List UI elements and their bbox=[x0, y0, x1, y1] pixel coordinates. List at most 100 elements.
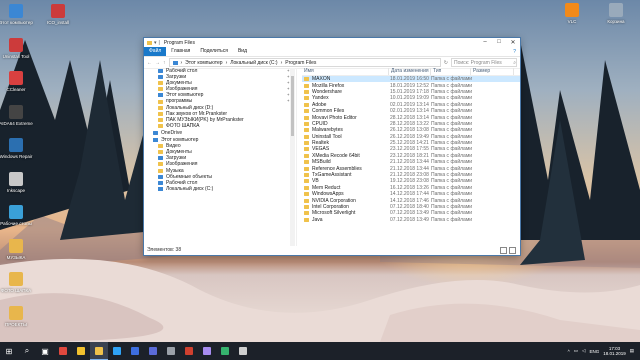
file-name: WindowsApps bbox=[312, 191, 344, 198]
column-date[interactable]: Дата изменения bbox=[389, 68, 431, 75]
desktop-icon[interactable]: AIDA64 Extreme bbox=[0, 104, 33, 126]
taskbar-app-dark-button[interactable] bbox=[234, 342, 252, 360]
taskbar-app-red-button[interactable] bbox=[180, 342, 198, 360]
address-bar[interactable]: › Этот компьютер › Локальный диск (C:) ›… bbox=[168, 58, 441, 67]
back-arrow-icon[interactable]: ← bbox=[147, 60, 152, 66]
premiere-icon bbox=[203, 347, 211, 355]
desktop-icon[interactable]: ICO_install bbox=[41, 4, 75, 25]
search-input[interactable]: Поиск: Program Files ⌕ bbox=[451, 58, 517, 67]
desktop-icon-label: Корзина bbox=[607, 19, 625, 24]
file-date: 14.12.2018 17:44 bbox=[390, 191, 429, 198]
tab-file[interactable]: Файл bbox=[144, 47, 167, 56]
file-date: 07.12.2018 18:40 bbox=[390, 204, 429, 210]
folder-icon bbox=[304, 115, 309, 120]
breadcrumb-item[interactable]: Program Files bbox=[285, 60, 316, 66]
details-view-button[interactable] bbox=[500, 247, 507, 254]
folder-icon bbox=[304, 102, 309, 107]
clock[interactable]: 17:03 18.01.2019 bbox=[603, 346, 626, 356]
taskbar-app-blue-button[interactable] bbox=[126, 342, 144, 360]
window-title: Program Files bbox=[163, 39, 195, 46]
desktop-icon[interactable]: Этот компьютер bbox=[0, 4, 33, 25]
breadcrumb-item[interactable]: Локальный диск (C:) bbox=[230, 60, 277, 66]
file-name: Adobe bbox=[312, 101, 327, 108]
chevron-up-icon[interactable]: ^ bbox=[568, 349, 570, 354]
app-dark-icon bbox=[239, 347, 247, 355]
nav-item-label: Локальный диск (C:) bbox=[166, 185, 214, 192]
desktop-icon-label: Uninstall Tool bbox=[2, 53, 30, 59]
folder-icon bbox=[304, 198, 309, 203]
breadcrumb-item[interactable]: Этот компьютер bbox=[185, 60, 222, 66]
desktop-icon[interactable]: ПРОЕКТЫ bbox=[0, 305, 33, 327]
file-date: 02.01.2019 13:14 bbox=[390, 108, 429, 115]
app-icon bbox=[9, 71, 23, 85]
explorer-window[interactable]: ▾ | Program Files – □ ✕ Файл Главная Под… bbox=[144, 38, 520, 255]
desktop-icon[interactable]: CCleaner bbox=[0, 71, 33, 92]
column-name[interactable]: Имя bbox=[302, 68, 389, 75]
desktop-icon[interactable]: Корзина bbox=[599, 3, 633, 24]
tab-view[interactable]: Вид bbox=[233, 47, 252, 56]
help-icon[interactable]: ? bbox=[513, 49, 516, 55]
folder-icon bbox=[158, 123, 163, 128]
notifications-icon[interactable]: ▤ bbox=[630, 348, 634, 354]
app-icon bbox=[9, 205, 23, 219]
nav-item[interactable]: ФОТО ШАПКА bbox=[144, 123, 296, 129]
file-date: 23.12.2018 17:55 bbox=[390, 146, 429, 153]
taskbar-photoshop-button[interactable] bbox=[108, 342, 126, 360]
taskbar-app-green-button[interactable] bbox=[216, 342, 234, 360]
nav-item[interactable]: Локальный диск (C:) bbox=[144, 186, 296, 192]
taskbar-app-gray-button[interactable] bbox=[162, 342, 180, 360]
tiles-view-button[interactable] bbox=[509, 247, 516, 254]
chevron-down-icon[interactable]: ▾ bbox=[154, 40, 157, 46]
yandex-icon bbox=[77, 347, 85, 355]
network-icon[interactable]: ▭ bbox=[574, 348, 578, 354]
taskbar-premiere-button[interactable] bbox=[198, 342, 216, 360]
scrollbar-thumb[interactable] bbox=[291, 76, 294, 136]
title-bar[interactable]: ▾ | Program Files – □ ✕ bbox=[144, 38, 520, 47]
start-button[interactable]: ⊞ bbox=[0, 342, 18, 360]
desktop-icon[interactable]: Uninstall Tool bbox=[0, 37, 33, 59]
status-bar: Элементов: 38 bbox=[147, 247, 182, 253]
desktop-icon[interactable]: МУЗЫКА bbox=[0, 238, 33, 260]
desktop-icon[interactable]: VLC bbox=[555, 3, 589, 24]
file-name: Intel Corporation bbox=[312, 204, 349, 210]
desktop-icon[interactable]: Рабочие столы bbox=[0, 205, 33, 226]
file-row[interactable]: Java 07.12.2018 13:49 Папка с файлами bbox=[302, 217, 520, 223]
taskbar-chrome-button[interactable] bbox=[54, 342, 72, 360]
volume-icon[interactable]: ◁ bbox=[582, 348, 585, 354]
tab-home[interactable]: Главная bbox=[166, 47, 195, 56]
taskbar-yandex-button[interactable] bbox=[72, 342, 90, 360]
navigation-scrollbar[interactable] bbox=[290, 68, 295, 246]
app-icon bbox=[9, 171, 23, 186]
folder-icon bbox=[304, 147, 309, 152]
language-indicator[interactable]: ENG bbox=[589, 349, 599, 354]
task-view-icon[interactable]: ▣ bbox=[36, 342, 54, 360]
refresh-icon[interactable]: ↻ bbox=[444, 60, 448, 66]
file-name: Mozilla Firefox bbox=[312, 82, 345, 89]
maximize-button[interactable]: □ bbox=[492, 39, 506, 46]
nav-item[interactable]: OneDrive bbox=[144, 130, 296, 136]
folder-icon bbox=[304, 141, 309, 146]
app-icon bbox=[51, 4, 65, 18]
app-icon bbox=[9, 4, 23, 18]
file-list: Имя Дата изменения Тип Размер MAXON 18.01… bbox=[302, 68, 520, 246]
desktop-icon-label: Windows Repair bbox=[0, 154, 33, 159]
desktop-icon[interactable]: ФОТО ШАПКА bbox=[0, 272, 33, 293]
desktop-icon[interactable]: Inkscape bbox=[0, 171, 33, 193]
column-type[interactable]: Тип bbox=[431, 68, 471, 75]
column-size[interactable]: Размер bbox=[471, 68, 514, 75]
pc-icon bbox=[158, 186, 163, 191]
folder-icon bbox=[304, 128, 309, 133]
taskbar-vegas-button[interactable] bbox=[144, 342, 162, 360]
desktop-icon[interactable]: Windows Repair bbox=[0, 138, 33, 159]
search-icon[interactable]: ⌕ bbox=[18, 342, 36, 360]
special-folder-icon bbox=[158, 174, 163, 179]
app-icon bbox=[9, 37, 23, 52]
up-arrow-icon[interactable]: ↑ bbox=[163, 60, 166, 66]
minimize-button[interactable]: – bbox=[478, 39, 492, 46]
nav-item-label: ФОТО ШАПКА bbox=[166, 122, 200, 129]
close-button[interactable]: ✕ bbox=[506, 39, 520, 46]
forward-arrow-icon[interactable]: → bbox=[155, 60, 160, 66]
app-blue-icon bbox=[131, 347, 139, 355]
tab-share[interactable]: Поделиться bbox=[195, 47, 233, 56]
taskbar-explorer-button[interactable] bbox=[90, 342, 108, 360]
